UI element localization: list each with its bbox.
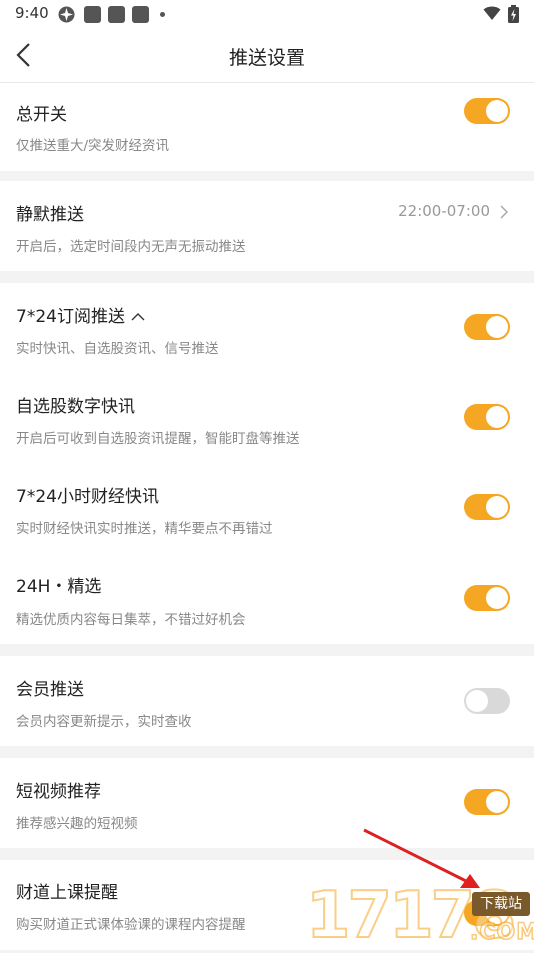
toggle-knob: [466, 690, 488, 712]
master-switch-toggle[interactable]: [464, 98, 510, 124]
list-item: 24H・精选 精选优质内容每日集萃，不错过好机会: [0, 553, 534, 644]
notification-icon: [108, 6, 125, 23]
stock-news-subtitle: 开启后可收到自选股资讯提醒，智能盯盘等推送: [16, 431, 300, 447]
app-notification-icon: [58, 6, 75, 23]
list-item: 7*24小时财经快讯 实时财经快讯实时推送，精华要点不再错过: [0, 463, 534, 553]
status-time: 9:40: [15, 4, 49, 22]
short-video-subtitle: 推荐感兴趣的短视频: [16, 816, 138, 832]
toggle-knob: [486, 496, 508, 518]
short-video-toggle[interactable]: [464, 789, 510, 815]
watermark-domain: .COM: [469, 919, 534, 946]
status-bar: 9:40: [0, 0, 534, 30]
quiet-time-range[interactable]: 22:00-07:00: [398, 202, 490, 220]
quiet-push-row[interactable]: 静默推送 开启后，选定时间段内无声无振动推送 22:00-07:00: [0, 181, 534, 271]
daily-picks-title: 24H・精选: [16, 577, 102, 597]
daily-picks-toggle[interactable]: [464, 585, 510, 611]
subscription-toggle[interactable]: [464, 314, 510, 340]
finance-flash-subtitle: 实时财经快讯实时推送，精华要点不再错过: [16, 521, 273, 537]
toggle-knob: [486, 791, 508, 813]
chevron-right-icon: [500, 205, 509, 219]
course-reminder-title: 财道上课提醒: [16, 883, 118, 903]
short-video-title: 短视频推荐: [16, 782, 101, 802]
notification-icon: [132, 6, 149, 23]
member-push-section: 会员推送 会员内容更新提示，实时查收: [0, 656, 534, 746]
toggle-knob: [486, 587, 508, 609]
page-title: 推送设置: [228, 47, 305, 69]
member-push-toggle[interactable]: [464, 688, 510, 714]
member-push-subtitle: 会员内容更新提示，实时查收: [16, 714, 192, 730]
toggle-knob: [486, 406, 508, 428]
toggle-knob: [486, 100, 508, 122]
more-notifications-icon: [160, 12, 165, 17]
member-push-title: 会员推送: [16, 680, 84, 700]
quiet-push-title: 静默推送: [16, 205, 84, 225]
quiet-push-section: 静默推送 开启后，选定时间段内无声无振动推送 22:00-07:00: [0, 181, 534, 271]
wifi-icon: [483, 6, 501, 20]
toggle-knob: [486, 316, 508, 338]
subscription-section: 7*24订阅推送 实时快讯、自选股资讯、信号推送 自选股数字快讯 开启后可收到自…: [0, 283, 534, 644]
nav-bar: 推送设置: [0, 30, 534, 83]
member-push-row: 会员推送 会员内容更新提示，实时查收: [0, 656, 534, 746]
stock-news-title: 自选股数字快讯: [16, 397, 135, 417]
finance-flash-title: 7*24小时财经快讯: [16, 487, 159, 507]
chevron-up-icon[interactable]: [131, 312, 145, 322]
quiet-push-subtitle: 开启后，选定时间段内无声无振动推送: [16, 239, 246, 255]
subscription-row: 7*24订阅推送 实时快讯、自选股资讯、信号推送: [0, 283, 534, 373]
subscription-title[interactable]: 7*24订阅推送: [16, 302, 145, 327]
master-switch-subtitle: 仅推送重大/突发财经资讯: [16, 138, 170, 154]
list-item: 自选股数字快讯 开启后可收到自选股资讯提醒，智能盯盘等推送: [0, 373, 534, 463]
stock-news-toggle[interactable]: [464, 404, 510, 430]
notification-icon: [84, 6, 101, 23]
daily-picks-subtitle: 精选优质内容每日集萃，不错过好机会: [16, 612, 246, 628]
course-reminder-subtitle: 购买财道正式课体验课的课程内容提醒: [16, 917, 246, 933]
annotation-arrow-icon: [363, 828, 480, 888]
master-switch-title: 总开关: [16, 105, 67, 125]
battery-icon: [508, 5, 519, 23]
subscription-subtitle: 实时快讯、自选股资讯、信号推送: [16, 341, 219, 357]
finance-flash-toggle[interactable]: [464, 494, 510, 520]
master-switch-section: 总开关 仅推送重大/突发财经资讯: [0, 83, 534, 171]
master-switch-row: 总开关 仅推送重大/突发财经资讯: [0, 83, 534, 171]
subscription-title-text: 7*24订阅推送: [16, 307, 125, 327]
